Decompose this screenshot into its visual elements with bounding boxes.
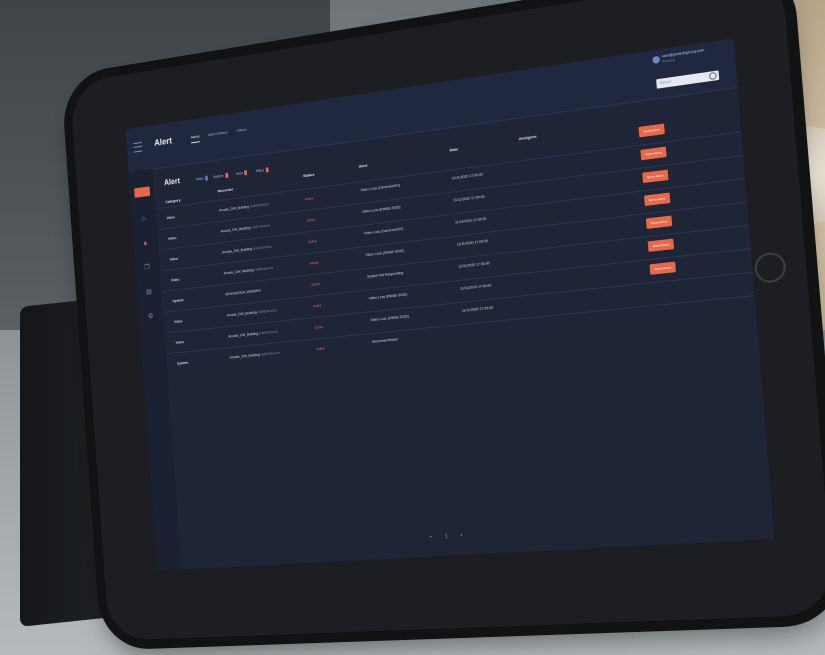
- date-cell: 11/11/2020 17:00:00: [453, 194, 485, 203]
- avatar: [652, 55, 661, 65]
- alert-cell: Video Loss (Camera/ch02): [363, 226, 404, 236]
- recorder-location: Hall/Entrance: [254, 265, 274, 272]
- status-cell: Active: [314, 325, 324, 330]
- recorder-cell: Arcade_DW_Building Hall/Entrance: [227, 308, 277, 317]
- tab-filters[interactable]: Filters: [236, 127, 246, 133]
- copy-icon[interactable]: ❐: [144, 264, 150, 271]
- status-cell: Active: [307, 239, 318, 245]
- recorder-location: Hall/Entrance: [258, 329, 279, 336]
- status-cell: Active: [306, 217, 316, 223]
- column-header-category[interactable]: Category: [165, 197, 180, 204]
- recorder-location: Hall/Entrance: [260, 350, 280, 357]
- home-button[interactable]: [753, 250, 787, 285]
- recorder-name: Arcade_DW_Building: [218, 204, 249, 213]
- document-icon[interactable]: ▤: [146, 288, 152, 295]
- sidebar-item-logo[interactable]: [134, 186, 151, 198]
- alert-cell: System Not Responding: [366, 270, 404, 279]
- category-cell: Video: [166, 215, 175, 221]
- app-title: Alert: [153, 135, 173, 148]
- status-cell: Active: [312, 303, 322, 309]
- recorder-name: Arcade_DW_Building: [226, 310, 257, 318]
- recorder-location: Hall/Entrance: [257, 308, 277, 315]
- alert-cell: Video Loss (Camera/ch01): [360, 183, 401, 193]
- status-cell: Active: [304, 196, 314, 202]
- recorder-name: Arcade_DW_Building: [223, 268, 254, 276]
- trash-icon[interactable]: ⌂: [140, 215, 146, 222]
- search-placeholder: Search: [659, 78, 672, 85]
- date-cell: 11/11/2020 17:00:00: [460, 283, 492, 291]
- recorder-cell: Arcade_DW_Building Hall/Entrance: [230, 351, 280, 360]
- column-header-status[interactable]: Status: [303, 172, 315, 178]
- show-alerts-button[interactable]: Show Alerts: [638, 123, 665, 138]
- search-input[interactable]: Search: [656, 70, 720, 89]
- pagination[interactable]: • 1 •: [430, 532, 469, 540]
- alert-cell: Abnormal Restart: [371, 337, 399, 344]
- date-cell: 11/11/2020 17:00:00: [451, 172, 483, 181]
- status-cell: Active: [311, 282, 321, 287]
- settings-icon[interactable]: ⚙: [147, 313, 154, 320]
- filter-area[interactable]: Area: [236, 170, 248, 176]
- filter-badge: [265, 167, 269, 173]
- category-cell: System: [172, 298, 184, 304]
- category-cell: System: [177, 360, 189, 366]
- filter-video[interactable]: Video: [195, 175, 208, 182]
- filter-badge: [244, 170, 248, 176]
- filter-label: Fitted: [255, 168, 264, 174]
- filter-label: Area: [236, 171, 243, 176]
- status-cell: Active: [309, 260, 319, 266]
- alert-cell: Video Loss (DW&E-S032): [370, 314, 410, 323]
- column-header-recorder[interactable]: Recorder: [218, 187, 234, 194]
- category-cell: Video: [175, 340, 185, 345]
- recorder-location: Hall/Entrance: [249, 202, 269, 209]
- recorder-cell: Arcade_DW_Building Hall/Entrance: [228, 330, 278, 339]
- filter-badge: [225, 172, 229, 178]
- date-cell: 11/11/2020 17:00:00: [454, 216, 487, 225]
- column-header-date[interactable]: Date: [449, 146, 458, 152]
- alert-cell: Video Loss (DW&E-S032): [368, 292, 408, 301]
- recorder-location: Hall/Entrance: [252, 244, 272, 251]
- recorder-name: DENVENGEA_WENDER: [225, 288, 261, 297]
- tab-alert-history[interactable]: Alert History: [208, 129, 228, 137]
- page-title: Alert: [163, 176, 181, 188]
- recorder-name: Arcade_DW_Building: [228, 331, 259, 339]
- tablet-device: Alert Alerts Alert History Filters user@…: [69, 0, 825, 641]
- recorder-cell: Arcade_DW_Building Hall/Entrance: [224, 266, 274, 276]
- filter-fitted[interactable]: Fitted: [256, 167, 269, 174]
- alert-cell: Video Loss (DW&E-S032): [365, 248, 405, 258]
- column-header-assignee[interactable]: Assignee: [519, 134, 537, 142]
- recorder-cell: Arcade_DW_Building Hall/Entrance: [222, 245, 272, 255]
- date-cell: 11/11/2020 17:00:00: [461, 305, 494, 313]
- recorder-location: Hall/Entrance: [251, 223, 271, 230]
- category-cell: Video: [169, 256, 178, 262]
- recorder-cell: Arcade_DW_Building Hall/Entrance: [221, 223, 271, 233]
- search-icon[interactable]: [708, 71, 718, 81]
- date-cell: 11/11/2020 17:00:00: [456, 238, 489, 247]
- category-cell: Video: [167, 236, 177, 241]
- filter-system[interactable]: System: [212, 172, 229, 180]
- recorder-name: Arcade_DW_Building: [220, 225, 251, 234]
- category-cell: Video: [174, 319, 183, 325]
- filter-label: System: [212, 173, 224, 180]
- filter-badge: [204, 175, 208, 181]
- column-header-alert[interactable]: Alert: [359, 163, 368, 169]
- recorder-name: Arcade_DW_Building: [229, 352, 260, 360]
- alert-cell: Video Loss (DW&E-S032): [362, 205, 401, 214]
- recorder-name: Arcade_DW_Building: [222, 247, 253, 255]
- user-menu[interactable]: user@powerbyproxy.com ID Admin: [652, 44, 722, 69]
- warning-icon[interactable]: ▲: [142, 240, 148, 247]
- filter-label: Video: [195, 176, 204, 182]
- menu-icon[interactable]: [133, 141, 143, 153]
- tab-alerts[interactable]: Alerts: [190, 133, 201, 144]
- recorder-cell: DENVENGEA_WENDER: [225, 289, 261, 297]
- status-cell: Active: [315, 346, 326, 352]
- user-email: user@powerbyproxy.com: [661, 48, 705, 59]
- category-cell: Video: [170, 277, 180, 283]
- date-cell: 11/11/2020 17:00:00: [458, 261, 490, 269]
- tablet-screen: Alert Alerts Alert History Filters user@…: [125, 38, 775, 571]
- recorder-cell: Arcade_DW_Building Hall/Entrance: [219, 202, 269, 212]
- user-role: ID Admin: [662, 57, 676, 64]
